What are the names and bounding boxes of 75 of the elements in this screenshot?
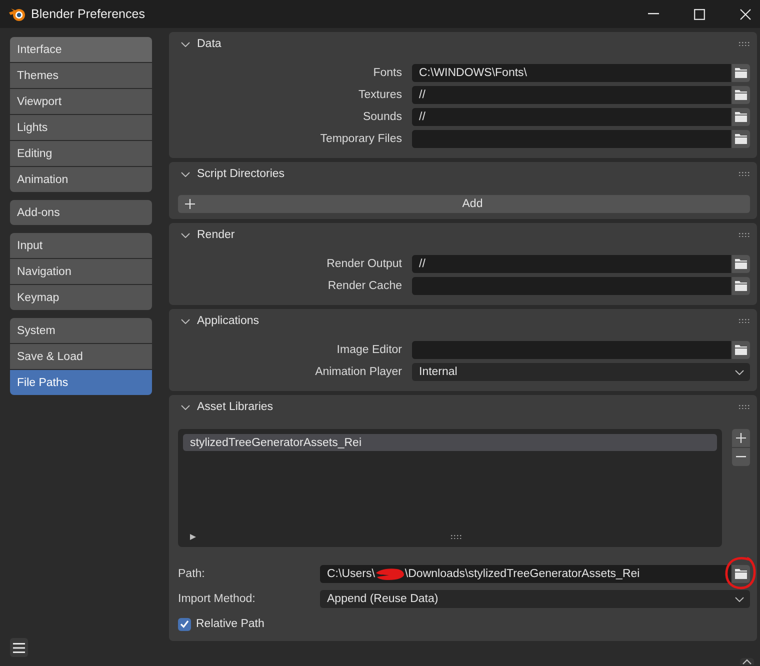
sidebar-item[interactable]: Interface [10,37,152,62]
folder-button[interactable] [732,108,750,126]
field-label: Path: [178,568,205,580]
folder-button[interactable] [732,565,750,583]
checkbox[interactable] [178,618,191,630]
folder-icon [735,90,747,100]
sidebar-item[interactable]: Input [10,233,152,258]
chevron-up-icon[interactable] [740,658,754,665]
sidebar-item[interactable]: Themes [10,63,152,88]
field-label: Temporary Files [320,133,402,145]
remove-button[interactable] [732,448,750,466]
field-label: Animation Player [315,366,402,378]
panel-header[interactable]: Script Directories [178,168,285,180]
folder-icon [735,134,747,144]
dropdown[interactable]: Internal [412,363,750,381]
sidebar-item[interactable]: System [10,318,152,343]
panel-header[interactable]: Applications [178,315,260,327]
path-field[interactable]: C:\Users\ \Downloads\stylizedTreeGeneratorAssets_Rei [320,565,731,583]
plus-icon [736,433,746,443]
sidebar-item[interactable]: Keymap [10,285,152,310]
field-label: Textures [358,89,402,101]
folder-icon [735,259,747,269]
sidebar-item[interactable]: Save & Load [10,344,152,369]
folder-button[interactable] [732,64,750,82]
close-icon [740,8,751,20]
chevron-down-icon [735,370,744,374]
check-icon [180,620,189,628]
field-label: Sounds [362,111,402,123]
plus-icon [185,199,195,209]
path-field[interactable] [412,130,731,148]
expand-triangle-icon[interactable] [190,534,196,540]
folder-icon [735,569,747,579]
menu-button[interactable] [10,638,28,657]
add-button[interactable]: Add [178,195,750,213]
folder-icon [735,281,747,291]
folder-icon [735,345,747,355]
sidebar-item[interactable]: Viewport [10,89,152,114]
sidebar-item[interactable]: File Paths [10,370,152,395]
window-title: Blender Preferences [31,7,145,21]
path-field[interactable] [412,341,731,359]
folder-button[interactable] [732,277,750,295]
panel-header[interactable]: Render [178,229,235,241]
path-field[interactable]: // [412,86,731,104]
menu-icon [13,642,25,652]
folder-icon [735,112,747,122]
sidebar-item[interactable]: Editing [10,141,152,166]
path-field[interactable]: C:\WINDOWS\Fonts\ [412,64,731,82]
sidebar-item[interactable]: Navigation [10,259,152,284]
panel-header[interactable]: Asset Libraries [178,401,274,413]
folder-button[interactable] [732,255,750,273]
folder-icon [735,68,747,78]
maximize-icon [694,8,704,20]
sidebar-item[interactable]: Add-ons [10,200,152,225]
logo-icon [9,8,25,20]
dropdown[interactable]: Append (Reuse Data) [320,590,750,608]
minimize-icon [648,13,658,15]
add-button[interactable] [732,429,750,447]
folder-button[interactable] [732,86,750,104]
library-item[interactable]: stylizedTreeGeneratorAssets_Rei [183,434,717,451]
sidebar-item[interactable]: Animation [10,167,152,192]
panel-header[interactable]: Data [178,38,222,50]
field-label: Render Output [326,258,402,270]
checkbox-label[interactable]: Relative Path [196,618,264,630]
field-label: Import Method: [178,593,256,605]
folder-button[interactable] [732,341,750,359]
path-field[interactable] [412,277,731,295]
path-field[interactable]: // [412,108,731,126]
field-label: Image Editor [336,344,402,356]
path-field[interactable]: // [412,255,731,273]
sidebar-item[interactable]: Lights [10,115,152,140]
minus-icon [736,456,746,458]
chevron-down-icon [735,596,744,602]
field-label: Fonts [373,67,402,79]
field-label: Render Cache [328,280,402,292]
folder-button[interactable] [732,130,750,148]
